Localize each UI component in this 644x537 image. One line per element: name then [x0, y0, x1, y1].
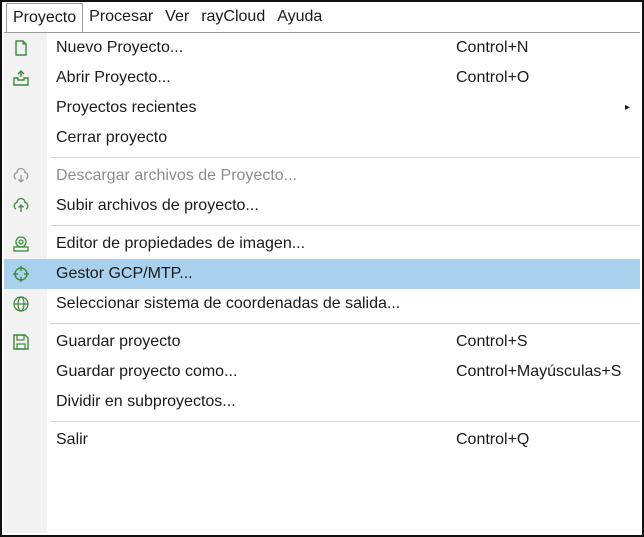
menu-item-shortcut: Control+N — [456, 39, 529, 56]
menu-item-proyectos-recientes[interactable]: Proyectos recientes ▸ — [4, 93, 640, 123]
menu-item-editor-propiedades-imagen[interactable]: Editor de propiedades de imagen... — [4, 229, 640, 259]
menu-item-label: Subir archivos de proyecto... — [56, 197, 259, 214]
menu-item-label: Editor de propiedades de imagen... — [56, 235, 306, 252]
crosshair-icon — [12, 265, 30, 283]
menu-item-seleccionar-sistema-coordenadas[interactable]: Seleccionar sistema de coordenadas de sa… — [4, 289, 640, 319]
menu-item-label: Abrir Proyecto... — [56, 69, 171, 86]
camera-icon — [12, 235, 30, 253]
menu-item-label: Seleccionar sistema de coordenadas de sa… — [56, 295, 401, 312]
globe-icon — [12, 295, 30, 313]
menu-item-label: Gestor GCP/MTP... — [56, 265, 193, 282]
menu-ayuda[interactable]: Ayuda — [271, 3, 328, 31]
menu-procesar[interactable]: Procesar — [83, 3, 159, 31]
menu-item-shortcut: Control+O — [456, 69, 530, 86]
menu-item-guardar-proyecto[interactable]: Guardar proyecto Control+S — [4, 327, 640, 357]
submenu-arrow-icon: ▸ — [624, 102, 630, 113]
menu-item-descargar-archivos: Descargar archivos de Proyecto... — [4, 161, 640, 191]
menu-item-label: Cerrar proyecto — [56, 129, 168, 146]
menu-separator — [50, 421, 640, 422]
menu-item-label: Salir — [56, 431, 89, 448]
save-icon — [12, 333, 30, 351]
menu-item-salir[interactable]: Salir Control+Q — [4, 425, 640, 455]
application-window: Proyecto Procesar Ver rayCloud Ayuda Nue… — [0, 0, 644, 537]
menu-item-label: Descargar archivos de Proyecto... — [56, 167, 297, 184]
menu-separator — [50, 323, 640, 324]
menu-ver[interactable]: Ver — [159, 3, 195, 31]
menu-item-shortcut: Control+Mayúsculas+S — [456, 363, 622, 380]
menu-item-label: Guardar proyecto como... — [56, 363, 238, 380]
cloud-upload-icon — [12, 197, 30, 215]
menu-item-nuevo-proyecto[interactable]: Nuevo Proyecto... Control+N — [4, 33, 640, 63]
menu-item-shortcut: Control+Q — [456, 431, 530, 448]
menu-item-shortcut: Control+S — [456, 333, 528, 350]
menu-item-guardar-proyecto-como[interactable]: Guardar proyecto como... Control+Mayúscu… — [4, 357, 640, 387]
menu-item-subir-archivos[interactable]: Subir archivos de proyecto... — [4, 191, 640, 221]
proyecto-dropdown-menu: Nuevo Proyecto... Control+N Abrir Proyec… — [4, 32, 640, 533]
new-project-icon — [12, 39, 30, 57]
menu-item-gestor-gcp-mtp[interactable]: Gestor GCP/MTP... — [4, 259, 640, 289]
menu-item-label: Nuevo Proyecto... — [56, 39, 184, 56]
menu-item-cerrar-proyecto[interactable]: Cerrar proyecto — [4, 123, 640, 153]
menu-item-label: Guardar proyecto — [56, 333, 181, 350]
menu-raycloud[interactable]: rayCloud — [195, 3, 271, 31]
cloud-download-icon — [12, 167, 30, 185]
menu-separator — [50, 157, 640, 158]
menu-proyecto[interactable]: Proyecto — [6, 2, 84, 32]
menu-bar: Proyecto Procesar Ver rayCloud Ayuda — [2, 2, 642, 32]
menu-item-abrir-proyecto[interactable]: Abrir Proyecto... Control+O — [4, 63, 640, 93]
menu-item-label: Dividir en subproyectos... — [56, 393, 236, 410]
menu-separator — [50, 225, 640, 226]
open-project-icon — [12, 69, 30, 87]
menu-item-label: Proyectos recientes — [56, 99, 197, 116]
menu-item-dividir-subproyectos[interactable]: Dividir en subproyectos... — [4, 387, 640, 417]
